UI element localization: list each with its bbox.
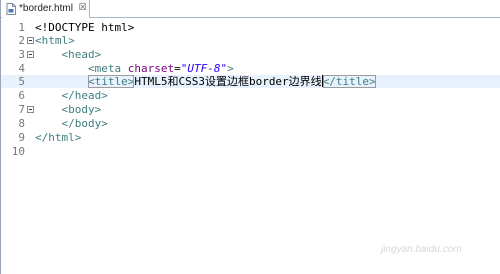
line-number: 3 (18, 48, 25, 61)
code-content: <head> (35, 48, 102, 61)
line-number: 2 (18, 34, 25, 47)
line-number: 5 (18, 75, 25, 88)
code-line[interactable]: 2 <html> (1, 34, 500, 47)
tab-label: *border.html (19, 3, 73, 14)
code-token: <meta (87, 62, 128, 75)
line-number: 4 (18, 62, 25, 75)
code-token: <!DOCTYPE html> (35, 21, 135, 34)
code-token: <html> (35, 34, 75, 47)
code-line[interactable]: 3 <head> (1, 48, 500, 61)
code-line[interactable]: 9 </html> (1, 131, 500, 144)
code-token: </head> (61, 89, 108, 102)
code-line[interactable]: 4 <meta charset="UTF-8"> (1, 62, 500, 75)
html-file-icon (6, 3, 16, 15)
line-number: 1 (18, 21, 25, 34)
code-token: <body> (61, 103, 102, 116)
code-content: </body> (35, 117, 108, 130)
code-token: charset (127, 62, 175, 75)
code-token: </body> (61, 117, 108, 130)
tab-border-html[interactable]: *border.html ☒ (2, 0, 90, 18)
line-number: 9 (18, 131, 25, 144)
code-line[interactable]: 6 </head> (1, 89, 500, 102)
code-line[interactable]: 10 (1, 145, 500, 158)
code-line[interactable]: 7 <body> (1, 103, 500, 116)
code-token: </title> (322, 75, 376, 88)
watermark: jingyan.baidu.com (381, 244, 462, 255)
code-content: <meta charset="UTF-8"> (35, 62, 234, 75)
close-icon[interactable]: ☒ (78, 3, 87, 14)
code-token: "UTF-8" (180, 62, 228, 75)
fold-toggle-icon[interactable] (27, 37, 34, 44)
code-token: </html> (35, 131, 82, 144)
code-content: </head> (35, 89, 108, 102)
code-line[interactable]: 5 <title>HTML5和CSS3设置边框border边界线</title> (1, 75, 500, 88)
editor-tab-bar: *border.html ☒ (1, 0, 500, 18)
line-number: 7 (18, 103, 25, 116)
code-token: = (174, 62, 181, 75)
code-content: <title>HTML5和CSS3设置边框border边界线</title> (35, 75, 376, 88)
editor-window: *border.html ☒ 1 <!DOCTYPE html> 2 <html> 3 … (0, 0, 500, 274)
code-token: <head> (61, 48, 102, 61)
line-number: 6 (18, 89, 25, 102)
code-content: <body> (35, 103, 102, 116)
code-token: <title> (87, 75, 135, 88)
line-number: 8 (18, 117, 25, 130)
code-editor[interactable]: 1 <!DOCTYPE html> 2 <html> 3 <head> 4 <meta c… (1, 18, 500, 274)
code-content: </html> (35, 131, 81, 144)
code-line[interactable]: 1 <!DOCTYPE html> (1, 21, 500, 34)
code-content: <!DOCTYPE html> (35, 21, 134, 34)
fold-toggle-icon[interactable] (27, 106, 34, 113)
fold-toggle-icon[interactable] (27, 51, 34, 58)
code-token: > (227, 62, 234, 75)
line-number: 10 (11, 145, 25, 158)
code-token: HTML5和CSS3设置边框border边界线 (134, 75, 322, 88)
code-line[interactable]: 8 </body> (1, 117, 500, 130)
code-content: <html> (35, 34, 75, 47)
